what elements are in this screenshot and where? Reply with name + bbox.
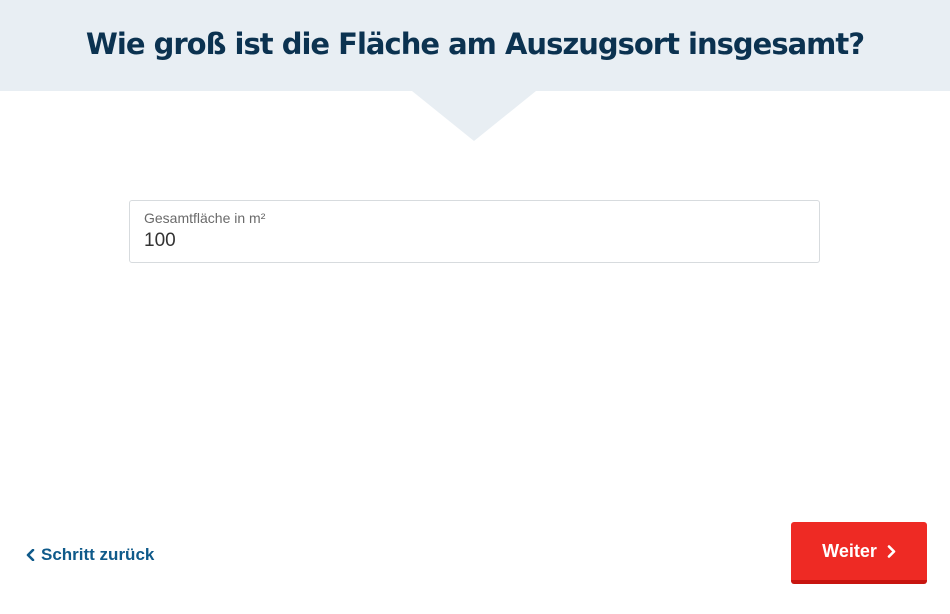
next-button-label: Weiter	[822, 540, 877, 561]
total-area-field[interactable]: Gesamtfläche in m²	[129, 200, 820, 263]
chevron-right-icon	[887, 544, 896, 558]
back-link[interactable]: Schritt zurück	[26, 543, 154, 567]
page-title: Wie groß ist die Fläche am Auszugsort in…	[85, 27, 865, 61]
header-pointer-arrow	[412, 91, 536, 141]
back-link-label: Schritt zurück	[41, 545, 155, 564]
question-header: Wie groß ist die Fläche am Auszugsort in…	[0, 0, 950, 91]
total-area-input[interactable]	[144, 229, 804, 253]
next-button[interactable]: Weiter	[791, 522, 927, 584]
chevron-left-icon	[26, 549, 35, 561]
total-area-label: Gesamtfläche in m²	[144, 210, 266, 226]
